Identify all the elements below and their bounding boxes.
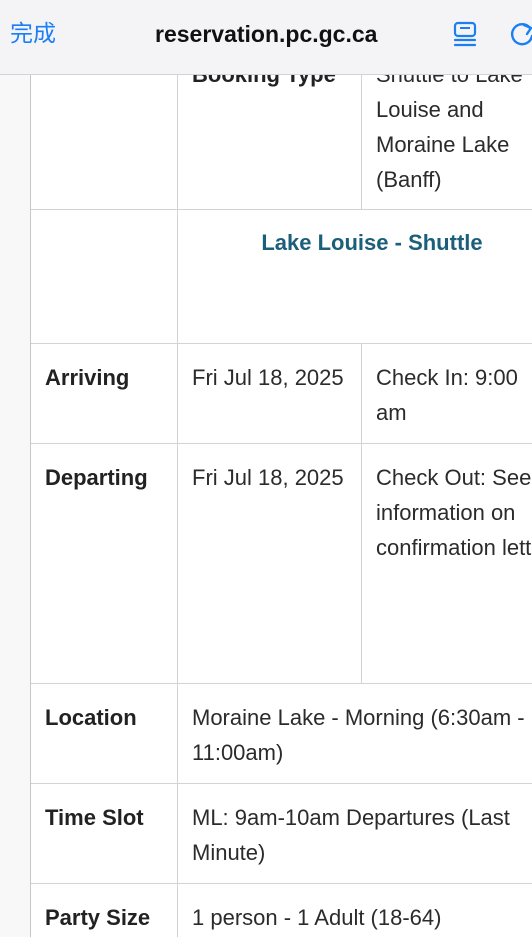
location-value: Moraine Lake - Morning (6:30am - 11:00am…: [192, 705, 525, 765]
departing-label: Departing: [45, 465, 148, 490]
shuttle-name: Lake Louise - Shuttle: [261, 230, 483, 255]
arriving-label: Arriving: [45, 365, 130, 390]
booking-type-label: Booking Type: [192, 74, 336, 87]
departing-date: Fri Jul 18, 2025: [192, 465, 344, 490]
reader-mode-icon[interactable]: [452, 20, 478, 48]
time-slot-label: Time Slot: [45, 805, 144, 830]
arriving-row: Arriving Fri Jul 18, 2025 Check In: 9:00…: [31, 344, 532, 444]
departing-row: Departing Fri Jul 18, 2025 Check Out: Se…: [31, 444, 532, 684]
reservation-details-page: Booking Type Shuttle to Lake Louise and …: [0, 74, 532, 937]
booking-type-row: Booking Type Shuttle to Lake Louise and …: [31, 74, 532, 210]
time-slot-row: Time Slot ML: 9am-10am Departures (Last …: [31, 784, 532, 884]
location-row: Location Moraine Lake - Morning (6:30am …: [31, 684, 532, 784]
party-size-row: Party Size 1 person - 1 Adult (18-64): [31, 884, 532, 937]
location-label: Location: [45, 705, 137, 730]
shuttle-title-row: Lake Louise - Shuttle: [31, 210, 532, 344]
reload-icon[interactable]: [510, 21, 532, 49]
browser-toolbar: 完成 reservation.pc.gc.ca: [0, 0, 532, 75]
page-margin: [0, 74, 31, 937]
party-size-value: 1 person - 1 Adult (18-64): [192, 905, 442, 930]
booking-type-value: Shuttle to Lake Louise and Moraine Lake …: [376, 74, 523, 192]
url-label[interactable]: reservation.pc.gc.ca: [155, 19, 377, 49]
party-size-label: Party Size: [45, 905, 151, 930]
check-out-info: Check Out: See information on confirmati…: [376, 465, 532, 560]
done-button[interactable]: 完成: [10, 20, 56, 48]
time-slot-value: ML: 9am-10am Departures (Last Minute): [192, 805, 510, 865]
check-in-time: Check In: 9:00 am: [376, 365, 518, 425]
arriving-date: Fri Jul 18, 2025: [192, 365, 344, 390]
